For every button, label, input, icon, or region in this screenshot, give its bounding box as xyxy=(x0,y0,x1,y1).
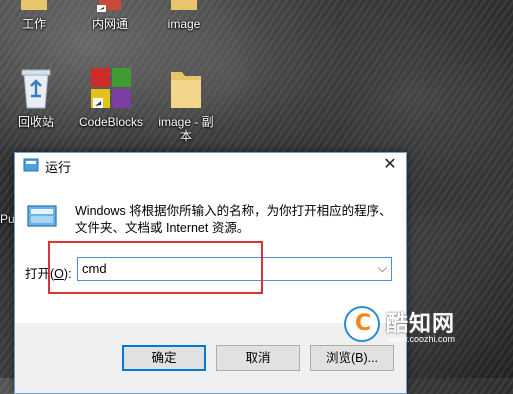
folder-icon xyxy=(171,0,197,10)
highlight-annotation xyxy=(48,241,263,294)
desktop-icon-recycle-bin[interactable]: 回收站 xyxy=(12,66,60,129)
watermark-logo-icon: C xyxy=(344,306,380,342)
desktop-icon-neiwangtong[interactable]: 内网通 xyxy=(86,0,134,31)
ok-button[interactable]: 确定 xyxy=(122,345,206,371)
desktop-icon-label: 工作 xyxy=(21,17,46,31)
desktop-icon-label: CodeBlocks xyxy=(78,115,144,129)
folder-icon xyxy=(21,0,47,10)
dialog-titlebar[interactable]: 运行 ✕ xyxy=(15,153,406,177)
dialog-title: 运行 xyxy=(45,160,72,175)
network-app-icon xyxy=(97,0,121,12)
desktop-icon-image[interactable]: image xyxy=(160,0,208,31)
watermark-url: www.coozhi.com xyxy=(388,334,456,344)
run-dialog: 运行 ✕ Windows 将根据你所输入的名称，为你打开相应的程序、文件夹、文档… xyxy=(14,152,407,394)
close-icon: ✕ xyxy=(383,156,397,173)
folder-icon xyxy=(171,72,201,108)
desktop-icon-label: image - 副本 xyxy=(158,115,214,143)
chevron-down-icon[interactable]: ⌵ xyxy=(378,261,387,276)
desktop-icon-label: 回收站 xyxy=(17,115,54,129)
run-icon xyxy=(23,158,39,172)
recycle-bin-icon xyxy=(21,69,51,109)
desktop-icon-partial-label: Pu xyxy=(0,212,15,226)
cancel-button[interactable]: 取消 xyxy=(216,345,300,371)
desktop-icon-label: 内网通 xyxy=(91,17,128,31)
run-app-icon xyxy=(27,205,57,227)
close-button[interactable]: ✕ xyxy=(374,153,406,177)
desktop-icon-label: image xyxy=(167,17,201,31)
desktop-icon-codeblocks[interactable]: CodeBlocks xyxy=(76,66,146,129)
dialog-description: Windows 将根据你所输入的名称，为你打开相应的程序、文件夹、文档或 Int… xyxy=(75,204,392,235)
watermark: C 酷知网 www.coozhi.com xyxy=(344,300,504,352)
desktop-icon-image-copy[interactable]: image - 副本 xyxy=(154,66,218,143)
codeblocks-icon xyxy=(91,68,131,108)
desktop-icon-work[interactable]: 工作 xyxy=(14,0,54,31)
